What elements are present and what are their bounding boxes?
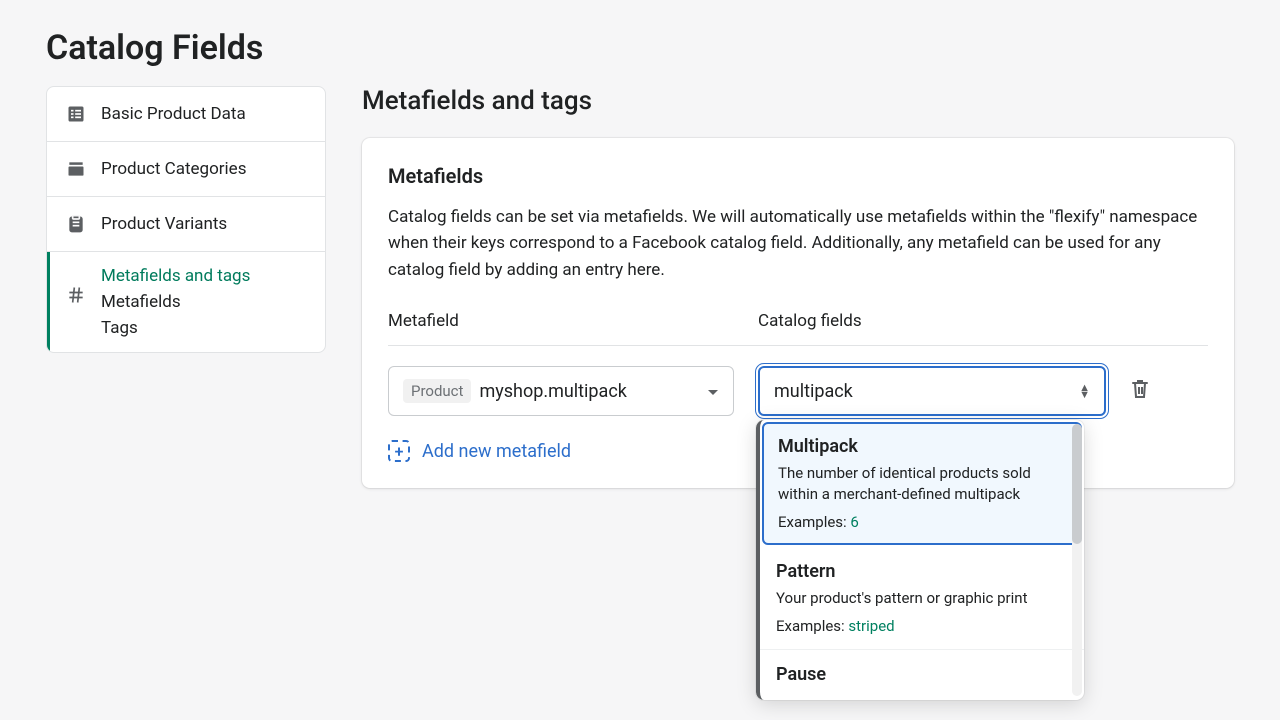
sidebar-sub-title[interactable]: Metafields and tags	[101, 266, 250, 286]
mapping-row: Product myshop.multipack multipack ▲▼	[388, 366, 1208, 416]
sidebar-item-basic-product-data[interactable]: Basic Product Data	[47, 87, 325, 142]
catalog-field-value: multipack	[774, 381, 853, 402]
card-description: Catalog fields can be set via metafields…	[388, 204, 1208, 283]
sidebar-item-label: Product Categories	[101, 159, 246, 179]
catalog-field-dropdown: Multipack The number of identical produc…	[756, 420, 1084, 700]
select-arrows-icon: ▲▼	[1079, 384, 1090, 398]
scrollbar-thumb[interactable]	[1072, 424, 1082, 544]
sidebar: Basic Product Data Product Categories Pr…	[46, 86, 326, 488]
metafield-select[interactable]: Product myshop.multipack	[388, 366, 734, 416]
sidebar-item-product-categories[interactable]: Product Categories	[47, 142, 325, 197]
section-title: Metafields and tags	[362, 86, 1234, 116]
sidebar-item-metafields-and-tags[interactable]: Metafields and tags Metafields Tags	[47, 252, 325, 352]
option-examples: Examples: 6	[778, 513, 1066, 531]
sidebar-sub-tags[interactable]: Tags	[101, 318, 250, 338]
catalog-field-select[interactable]: multipack ▲▼	[758, 366, 1106, 416]
option-description: The number of identical products sold wi…	[778, 463, 1066, 505]
metafield-key: myshop.multipack	[479, 381, 626, 402]
nav-card: Basic Product Data Product Categories Pr…	[46, 86, 326, 353]
sidebar-item-label: Product Variants	[101, 214, 227, 234]
hash-icon	[65, 284, 87, 306]
add-metafield-label: Add new metafield	[422, 441, 571, 462]
trash-icon	[1130, 378, 1150, 404]
option-description: Your product's pattern or graphic print	[776, 588, 1068, 609]
page-title: Catalog Fields	[0, 0, 1280, 86]
option-title: Multipack	[778, 436, 1066, 457]
sidebar-item-label: Basic Product Data	[101, 104, 246, 124]
metafields-card: Metafields Catalog fields can be set via…	[362, 138, 1234, 488]
option-title: Pattern	[776, 561, 1068, 582]
list-icon	[65, 103, 87, 125]
option-title: Pause	[776, 664, 1068, 685]
metafield-scope-badge: Product	[403, 379, 471, 403]
sidebar-sub-metafields[interactable]: Metafields	[101, 292, 250, 312]
stack-icon	[65, 158, 87, 180]
dropdown-option-multipack[interactable]: Multipack The number of identical produc…	[762, 422, 1082, 545]
sidebar-item-product-variants[interactable]: Product Variants	[47, 197, 325, 252]
chevron-down-icon	[707, 382, 719, 401]
table-header: Metafield Catalog fields	[388, 311, 1208, 346]
column-metafield: Metafield	[388, 311, 758, 331]
plus-dashed-icon: +	[388, 440, 410, 462]
dropdown-option-pause[interactable]: Pause	[760, 650, 1084, 700]
card-heading: Metafields	[388, 164, 1208, 188]
delete-mapping-button[interactable]	[1130, 378, 1150, 404]
clipboard-icon	[65, 213, 87, 235]
column-catalog: Catalog fields	[758, 311, 1208, 331]
option-examples: Examples: striped	[776, 617, 1068, 635]
dropdown-option-pattern[interactable]: Pattern Your product's pattern or graphi…	[760, 547, 1084, 650]
main-content: Metafields and tags Metafields Catalog f…	[362, 86, 1234, 488]
